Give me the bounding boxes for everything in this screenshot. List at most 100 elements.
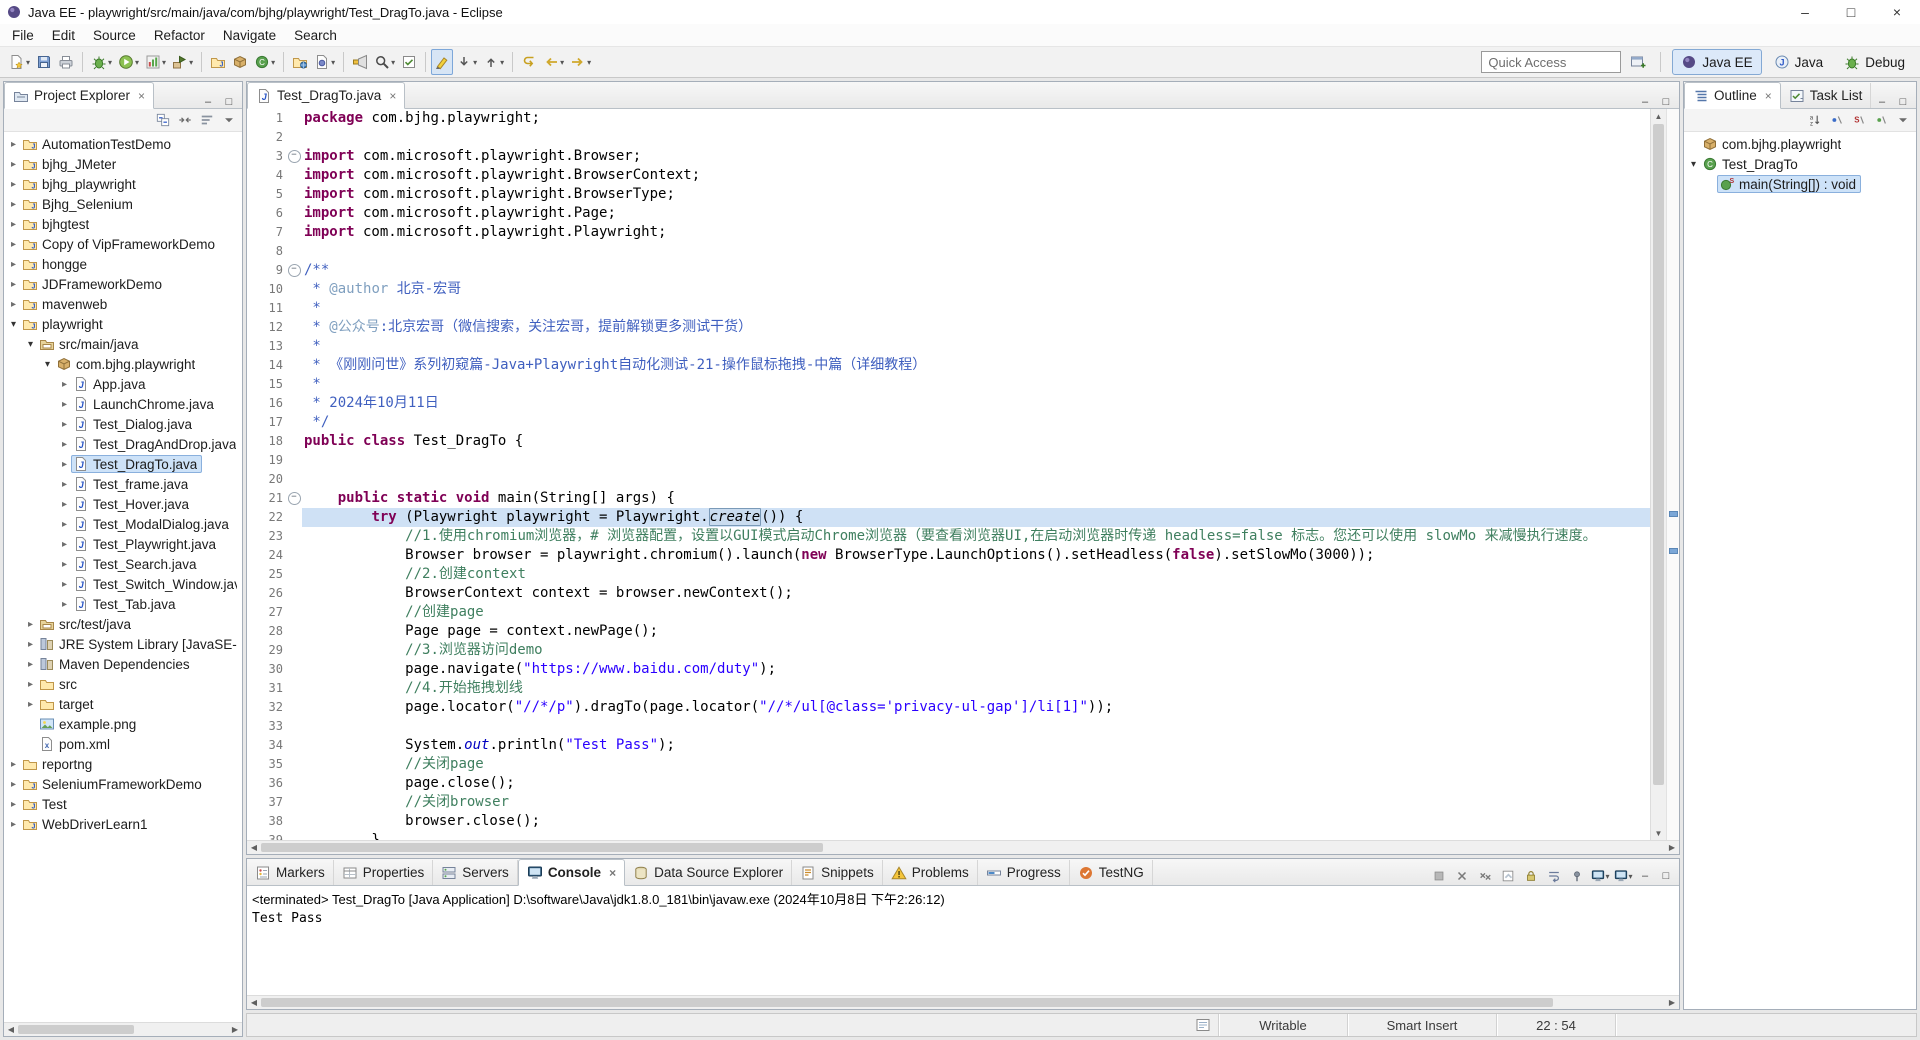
expand-arrow-icon[interactable]: ▸ bbox=[24, 659, 37, 670]
explorer-item-launchchrome-java[interactable]: ▸ J LaunchChrome.java bbox=[4, 394, 242, 414]
code-line-35[interactable]: 35 //关闭page bbox=[247, 755, 1650, 774]
next-annotation-button[interactable]: ▾ bbox=[453, 49, 480, 75]
code-line-20[interactable]: 20 bbox=[247, 470, 1650, 489]
scroll-thumb[interactable] bbox=[261, 843, 823, 852]
scroll-right-icon[interactable]: ▶ bbox=[1665, 996, 1679, 1009]
menu-refactor[interactable]: Refactor bbox=[145, 27, 214, 44]
menu-navigate[interactable]: Navigate bbox=[214, 27, 285, 44]
hide-fields-button[interactable] bbox=[1828, 111, 1846, 129]
expand-arrow-icon[interactable]: ▸ bbox=[7, 819, 20, 830]
console-horizontal-scrollbar[interactable]: ◀ ▶ bbox=[247, 995, 1679, 1009]
expand-arrow-icon[interactable]: ▸ bbox=[24, 639, 37, 650]
open-type-button[interactable] bbox=[349, 49, 371, 75]
forward-button[interactable]: ▾ bbox=[567, 49, 594, 75]
explorer-item-webdriverlearn1[interactable]: ▸ J WebDriverLearn1 bbox=[4, 814, 242, 834]
coverage-button[interactable]: ▾ bbox=[142, 49, 169, 75]
code-line-1[interactable]: 1 package com.bjhg.playwright; bbox=[247, 109, 1650, 128]
code-line-27[interactable]: 27 //创建page bbox=[247, 603, 1650, 622]
new-class-button[interactable]: C ▾ bbox=[251, 49, 278, 75]
expand-arrow-icon[interactable]: ▸ bbox=[24, 699, 37, 710]
maximize-view-button[interactable]: □ bbox=[1658, 870, 1674, 882]
scroll-right-icon[interactable]: ▶ bbox=[228, 1023, 242, 1036]
code-line-22[interactable]: 22 try (Playwright playwright = Playwrig… bbox=[247, 508, 1650, 527]
code-line-12[interactable]: 12 * @公众号:北京宏哥（微信搜索，关注宏哥，提前解锁更多测试干货） bbox=[247, 318, 1650, 337]
last-edit-location-button[interactable] bbox=[518, 49, 540, 75]
scroll-track[interactable] bbox=[261, 841, 1665, 854]
fold-collapse-icon[interactable]: − bbox=[286, 261, 302, 280]
expand-arrow-icon[interactable]: ▸ bbox=[7, 779, 20, 790]
explorer-item-target[interactable]: ▸ target bbox=[4, 694, 242, 714]
tab-markers[interactable]: Markers bbox=[247, 860, 334, 885]
explorer-item-test-switch-window-java[interactable]: ▸ J Test_Switch_Window.java bbox=[4, 574, 242, 594]
scroll-thumb[interactable] bbox=[261, 998, 1553, 1007]
code-line-34[interactable]: 34 System.out.println("Test Pass"); bbox=[247, 736, 1650, 755]
editor-tab[interactable]: J Test_DragTo.java × bbox=[247, 82, 406, 109]
collapse-all-button[interactable] bbox=[154, 111, 172, 129]
code-line-15[interactable]: 15 * bbox=[247, 375, 1650, 394]
explorer-item-mavenweb[interactable]: ▸ Jmavenweb bbox=[4, 294, 242, 314]
code-line-8[interactable]: 8 bbox=[247, 242, 1650, 261]
code-line-6[interactable]: 6 import com.microsoft.playwright.Page; bbox=[247, 204, 1650, 223]
code-line-25[interactable]: 25 //2.创建context bbox=[247, 565, 1650, 584]
display-selected-console-button[interactable]: ▾ bbox=[1591, 867, 1610, 885]
project-explorer-tab[interactable]: Project Explorer × bbox=[4, 82, 155, 109]
code-line-31[interactable]: 31 //4.开始拖拽划线 bbox=[247, 679, 1650, 698]
code-line-30[interactable]: 30 page.navigate("https://www.baidu.com/… bbox=[247, 660, 1650, 679]
open-console-button[interactable]: ▾ bbox=[1614, 867, 1633, 885]
tab-task-list[interactable]: Task List bbox=[1781, 83, 1872, 108]
expand-arrow-icon[interactable]: ▸ bbox=[7, 199, 20, 210]
menu-edit[interactable]: Edit bbox=[43, 27, 84, 44]
scroll-left-icon[interactable]: ◀ bbox=[247, 841, 261, 854]
save-button[interactable] bbox=[33, 49, 55, 75]
outline-item-test-dragto[interactable]: ▾ C Test_DragTo bbox=[1684, 154, 1916, 174]
code-line-21[interactable]: 21− public static void main(String[] arg… bbox=[247, 489, 1650, 508]
code-line-36[interactable]: 36 page.close(); bbox=[247, 774, 1650, 793]
explorer-horizontal-scrollbar[interactable]: ◀ ▶ bbox=[4, 1022, 242, 1036]
scroll-up-icon[interactable]: ▲ bbox=[1651, 109, 1666, 123]
new-servlet-button[interactable]: ▾ bbox=[311, 49, 338, 75]
expand-arrow-icon[interactable]: ▸ bbox=[58, 539, 71, 550]
minimize-window-button[interactable]: – bbox=[1782, 0, 1828, 24]
explorer-item-example-png[interactable]: example.png bbox=[4, 714, 242, 734]
code-line-29[interactable]: 29 //3.浏览器访问demo bbox=[247, 641, 1650, 660]
explorer-item-test-tab-java[interactable]: ▸ J Test_Tab.java bbox=[4, 594, 242, 614]
hide-static-members-button[interactable]: S bbox=[1850, 111, 1868, 129]
explorer-item-test-playwright-java[interactable]: ▸ J Test_Playwright.java bbox=[4, 534, 242, 554]
maximize-editor-button[interactable]: □ bbox=[1658, 96, 1674, 108]
new-dynamic-web-project-button[interactable] bbox=[289, 49, 311, 75]
explorer-item-jre-system-library-javase-1-8[interactable]: ▸ JRE System Library [JavaSE-1.8] bbox=[4, 634, 242, 654]
remove-launch-button[interactable] bbox=[1453, 867, 1471, 885]
explorer-item-test-dialog-java[interactable]: ▸ J Test_Dialog.java bbox=[4, 414, 242, 434]
code-line-7[interactable]: 7 import com.microsoft.playwright.Playwri… bbox=[247, 223, 1650, 242]
tab-console[interactable]: Console × bbox=[517, 859, 626, 886]
scroll-thumb[interactable] bbox=[18, 1025, 134, 1034]
explorer-item-bjhg-jmeter[interactable]: ▸ Jbjhg_JMeter bbox=[4, 154, 242, 174]
explorer-item-test-search-java[interactable]: ▸ J Test_Search.java bbox=[4, 554, 242, 574]
fold-collapse-icon[interactable]: − bbox=[286, 147, 302, 166]
editor-vertical-scrollbar[interactable]: ▲ ▼ bbox=[1650, 109, 1666, 840]
minimize-view-button[interactable]: – bbox=[1637, 870, 1653, 882]
perspective-java-ee[interactable]: Java EE bbox=[1672, 49, 1762, 75]
expand-arrow-icon[interactable]: ▸ bbox=[7, 179, 20, 190]
run-button[interactable]: ▾ bbox=[115, 49, 142, 75]
expand-arrow-icon[interactable]: ▸ bbox=[58, 499, 71, 510]
scroll-track[interactable] bbox=[261, 996, 1665, 1009]
quick-access-input[interactable] bbox=[1481, 51, 1622, 73]
remove-all-launches-button[interactable] bbox=[1476, 867, 1494, 885]
expand-arrow-icon[interactable]: ▸ bbox=[7, 139, 20, 150]
console-output-area[interactable]: <terminated> Test_DragTo [Java Applicati… bbox=[247, 886, 1679, 995]
explorer-item-com-bjhg-playwright[interactable]: ▾ com.bjhg.playwright bbox=[4, 354, 242, 374]
explorer-item-bjhg-playwright[interactable]: ▸ Jbjhg_playwright bbox=[4, 174, 242, 194]
tab-outline[interactable]: Outline × bbox=[1684, 82, 1781, 109]
close-editor-icon[interactable]: × bbox=[389, 89, 396, 103]
pin-console-button[interactable] bbox=[1568, 867, 1586, 885]
tab-properties[interactable]: Properties bbox=[334, 860, 434, 885]
explorer-item-maven-dependencies[interactable]: ▸ Maven Dependencies bbox=[4, 654, 242, 674]
minimize-view-button[interactable]: – bbox=[1874, 96, 1890, 108]
explorer-item-automationtestdemo[interactable]: ▸ J AutomationTestDemo bbox=[4, 134, 242, 154]
perspective-java[interactable]: J Java bbox=[1765, 49, 1833, 75]
close-window-button[interactable]: × bbox=[1874, 0, 1920, 24]
previous-annotation-button[interactable]: ▾ bbox=[480, 49, 507, 75]
explorer-item-test-draganddrop-java[interactable]: ▸ J Test_DragAndDrop.java bbox=[4, 434, 242, 454]
back-button[interactable]: ▾ bbox=[540, 49, 567, 75]
